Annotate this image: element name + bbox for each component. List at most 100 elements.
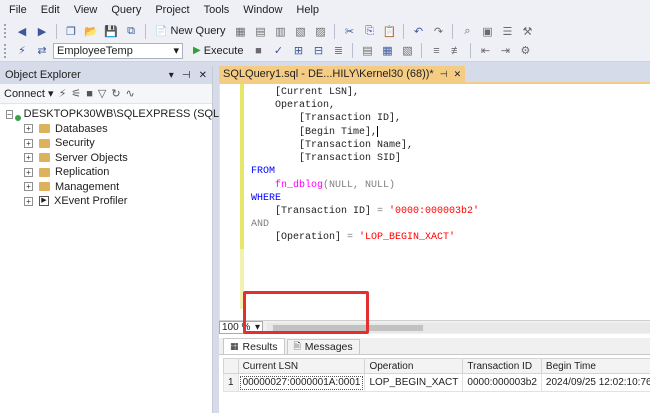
solution-explorer-icon[interactable]: ▣ [478,23,496,39]
dropdown-icon[interactable]: ▾ [169,70,174,81]
cut-icon[interactable]: ✂ [340,23,358,39]
execute-button[interactable]: ▶ Execute [189,45,247,57]
column-header-transaction-id[interactable]: Transaction ID [462,358,542,374]
connect-plug-icon[interactable]: ⚡ [59,87,67,100]
stop-icon[interactable]: ■ [86,88,93,100]
xmla-query-icon[interactable]: ▧ [291,23,309,39]
tree-node-security[interactable]: + Security [0,136,212,151]
tab-results[interactable]: ▦ Results [223,338,285,354]
query-options-icon[interactable]: ⊟ [309,43,327,59]
database-select[interactable]: EmployeeTemp ▾ [53,42,183,59]
database-engine-query-icon[interactable]: ▦ [231,23,249,39]
cell-transaction-id[interactable]: 0000:000003b2 [462,373,542,392]
cell-operation[interactable]: LOP_BEGIN_XACT [364,373,464,392]
uncomment-icon[interactable]: ≢ [447,43,465,59]
folder-icon [39,153,50,163]
undo-icon[interactable]: ↶ [409,23,427,39]
paste-icon[interactable]: 📋 [380,23,398,39]
column-header-operation[interactable]: Operation [364,358,464,374]
results-to-text-icon[interactable]: ▤ [358,43,376,59]
open-file-icon[interactable]: 📂 [82,23,100,39]
expand-icon[interactable]: + [24,167,33,177]
menu-tools[interactable]: Tools [197,4,237,16]
results-to-grid-icon[interactable]: ▦ [378,43,396,59]
sql-code[interactable]: [Current LSN], Operation, [Transaction I… [251,86,479,245]
editor-status-bar: 100 % ▾ [219,320,650,334]
display-plan-icon[interactable]: ⊞ [289,43,307,59]
expand-icon[interactable]: + [24,182,33,192]
pin-icon[interactable]: ⊣ [182,70,191,81]
tab-messages[interactable]: 🗎 Messages [286,339,360,354]
menu-window[interactable]: Window [236,4,289,16]
tree-node-server-objects[interactable]: + Server Objects [0,151,212,166]
operator: = [341,232,360,244]
parse-icon[interactable]: ✓ [269,43,287,59]
mdx-query-icon[interactable]: ▤ [251,23,269,39]
object-explorer-header: Object Explorer ▾ ⊣ ✕ [0,66,212,84]
code-editor[interactable]: [Current LSN], Operation, [Transaction I… [219,84,650,320]
pin-icon[interactable]: ⊣ [440,69,448,80]
folder-icon [39,138,50,148]
connect-icon[interactable]: ⚡ [13,43,31,59]
menu-help[interactable]: Help [289,4,326,16]
menu-edit[interactable]: Edit [34,4,67,16]
menu-file[interactable]: File [2,4,34,16]
activity-monitor-icon[interactable]: ∿ [126,87,135,100]
row-number[interactable]: 1 [223,373,239,392]
tab-sqlquery1[interactable]: SQLQuery1.sql - DE...HILY\Kernel30 (68))… [219,66,466,82]
tree-node-xevent-profiler[interactable]: + ▶ XEvent Profiler [0,194,212,209]
back-icon[interactable]: ◀ [13,23,31,39]
code-line: fn_dblog(NULL, NULL) [251,179,479,192]
menu-query[interactable]: Query [104,4,148,16]
intellisense-icon[interactable]: ≣ [329,43,347,59]
refresh-icon[interactable]: ↻ [111,87,120,100]
filter-icon[interactable]: ▽ [98,87,106,100]
expand-icon[interactable]: + [24,124,33,134]
redo-icon[interactable]: ↷ [429,23,447,39]
copy-icon[interactable]: ⎘ [360,23,378,39]
connect-button[interactable]: Connect ▾ [4,87,54,100]
stop-icon[interactable]: ■ [249,43,267,59]
tab-title: SQLQuery1.sql - DE...HILY\Kernel30 (68))… [223,68,434,80]
new-project-icon[interactable]: ❐ [62,23,80,39]
expand-icon[interactable]: + [24,138,33,148]
dax-query-icon[interactable]: ▨ [311,23,329,39]
find-icon[interactable]: ⌕ [458,23,476,39]
specify-values-icon[interactable]: ⚙ [516,43,534,59]
dmx-query-icon[interactable]: ▥ [271,23,289,39]
change-connection-icon[interactable]: ⇄ [33,43,51,59]
results-grid: Current LSN Operation Transaction ID Beg… [219,354,650,413]
horizontal-scrollbar[interactable] [267,322,650,333]
tree-node-server[interactable]: − DESKTOPK30WB\SQLEXPRESS (SQL Serv [0,107,244,122]
collapse-icon[interactable]: − [6,109,13,119]
server-label: DESKTOPK30WB\SQLEXPRESS (SQL Serv [23,108,245,121]
zoom-select[interactable]: 100 % ▾ [219,321,263,334]
toolbar-grip[interactable] [4,24,8,38]
menu-view[interactable]: View [67,4,105,16]
cell-begin-time[interactable]: 2024/09/25 12:02:10:767 [540,373,650,392]
save-all-icon[interactable]: ⧉ [122,23,140,39]
close-icon[interactable]: ✕ [199,70,207,81]
toolbox-icon[interactable]: ⚒ [518,23,536,39]
tree-node-databases[interactable]: + Databases [0,122,212,137]
cell-current-lsn[interactable]: 00000027:0000001A:0001 [237,373,366,392]
column-header-current-lsn[interactable]: Current LSN [237,358,366,374]
properties-icon[interactable]: ☰ [498,23,516,39]
expand-icon[interactable]: + [24,196,33,206]
forward-icon[interactable]: ▶ [33,23,51,39]
close-tab-icon[interactable]: ✕ [454,69,462,80]
disconnect-icon[interactable]: ⚟ [71,87,81,100]
save-icon[interactable]: 💾 [102,23,120,39]
tree-node-management[interactable]: + Management [0,180,212,195]
results-to-file-icon[interactable]: ▧ [398,43,416,59]
decrease-indent-icon[interactable]: ⇤ [476,43,494,59]
comment-icon[interactable]: ≡ [427,43,445,59]
results-tabstrip: ▦ Results 🗎 Messages [219,338,650,354]
increase-indent-icon[interactable]: ⇥ [496,43,514,59]
tree-node-replication[interactable]: + Replication [0,165,212,180]
menu-project[interactable]: Project [148,4,196,16]
new-query-button[interactable]: 📄 New Query [151,25,229,37]
expand-icon[interactable]: + [24,153,33,163]
column-header-begin-time[interactable]: Begin Time [540,358,650,374]
toolbar-grip[interactable] [4,43,8,58]
